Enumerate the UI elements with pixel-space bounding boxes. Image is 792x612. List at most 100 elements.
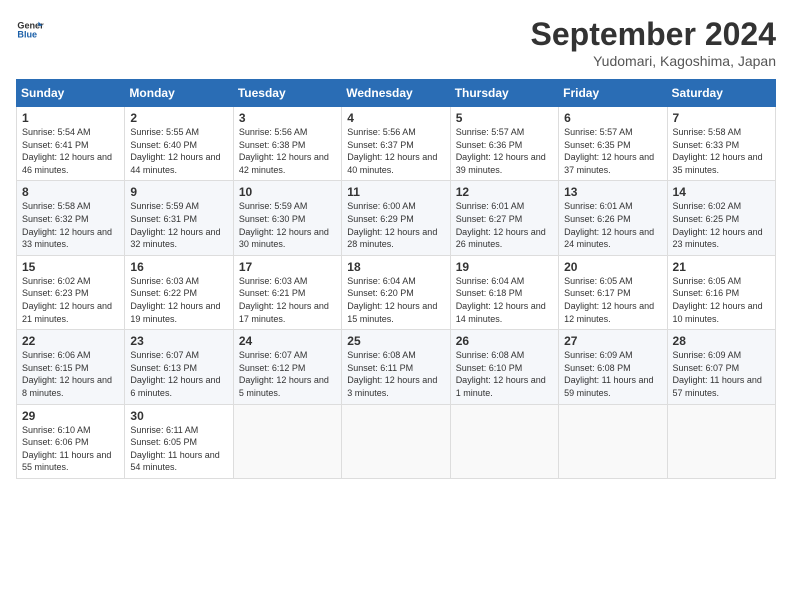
calendar-cell: 10 Sunrise: 5:59 AMSunset: 6:30 PMDaylig… — [233, 181, 341, 255]
day-number: 9 — [130, 185, 227, 199]
title-area: September 2024 Yudomari, Kagoshima, Japa… — [531, 16, 776, 69]
day-number: 12 — [456, 185, 553, 199]
calendar-cell: 7 Sunrise: 5:58 AMSunset: 6:33 PMDayligh… — [667, 107, 775, 181]
day-number: 15 — [22, 260, 119, 274]
calendar-cell — [342, 404, 450, 478]
day-number: 20 — [564, 260, 661, 274]
column-header-wednesday: Wednesday — [342, 80, 450, 107]
day-info: Sunrise: 5:57 AMSunset: 6:36 PMDaylight:… — [456, 126, 553, 176]
day-info: Sunrise: 6:04 AMSunset: 6:20 PMDaylight:… — [347, 275, 444, 325]
logo-icon: General Blue — [16, 16, 44, 44]
calendar-cell: 1 Sunrise: 5:54 AMSunset: 6:41 PMDayligh… — [17, 107, 125, 181]
day-info: Sunrise: 6:01 AMSunset: 6:26 PMDaylight:… — [564, 200, 661, 250]
column-header-friday: Friday — [559, 80, 667, 107]
day-info: Sunrise: 6:09 AMSunset: 6:07 PMDaylight:… — [673, 349, 770, 399]
calendar-cell: 16 Sunrise: 6:03 AMSunset: 6:22 PMDaylig… — [125, 255, 233, 329]
day-number: 21 — [673, 260, 770, 274]
day-info: Sunrise: 6:03 AMSunset: 6:22 PMDaylight:… — [130, 275, 227, 325]
day-number: 24 — [239, 334, 336, 348]
column-header-thursday: Thursday — [450, 80, 558, 107]
day-number: 22 — [22, 334, 119, 348]
day-info: Sunrise: 6:04 AMSunset: 6:18 PMDaylight:… — [456, 275, 553, 325]
day-info: Sunrise: 6:00 AMSunset: 6:29 PMDaylight:… — [347, 200, 444, 250]
calendar-cell: 22 Sunrise: 6:06 AMSunset: 6:15 PMDaylig… — [17, 330, 125, 404]
day-info: Sunrise: 5:59 AMSunset: 6:31 PMDaylight:… — [130, 200, 227, 250]
day-info: Sunrise: 6:03 AMSunset: 6:21 PMDaylight:… — [239, 275, 336, 325]
calendar-cell: 17 Sunrise: 6:03 AMSunset: 6:21 PMDaylig… — [233, 255, 341, 329]
day-info: Sunrise: 5:57 AMSunset: 6:35 PMDaylight:… — [564, 126, 661, 176]
calendar-cell: 14 Sunrise: 6:02 AMSunset: 6:25 PMDaylig… — [667, 181, 775, 255]
day-number: 29 — [22, 409, 119, 423]
calendar-cell: 27 Sunrise: 6:09 AMSunset: 6:08 PMDaylig… — [559, 330, 667, 404]
calendar-cell: 28 Sunrise: 6:09 AMSunset: 6:07 PMDaylig… — [667, 330, 775, 404]
day-info: Sunrise: 5:59 AMSunset: 6:30 PMDaylight:… — [239, 200, 336, 250]
day-number: 25 — [347, 334, 444, 348]
calendar-cell: 8 Sunrise: 5:58 AMSunset: 6:32 PMDayligh… — [17, 181, 125, 255]
column-header-tuesday: Tuesday — [233, 80, 341, 107]
day-info: Sunrise: 6:06 AMSunset: 6:15 PMDaylight:… — [22, 349, 119, 399]
svg-text:Blue: Blue — [17, 30, 37, 40]
calendar-cell: 12 Sunrise: 6:01 AMSunset: 6:27 PMDaylig… — [450, 181, 558, 255]
day-info: Sunrise: 5:56 AMSunset: 6:37 PMDaylight:… — [347, 126, 444, 176]
page-title: September 2024 — [531, 16, 776, 53]
calendar-table: SundayMondayTuesdayWednesdayThursdayFrid… — [16, 79, 776, 479]
calendar-cell: 25 Sunrise: 6:08 AMSunset: 6:11 PMDaylig… — [342, 330, 450, 404]
day-info: Sunrise: 6:10 AMSunset: 6:06 PMDaylight:… — [22, 424, 119, 474]
day-info: Sunrise: 5:55 AMSunset: 6:40 PMDaylight:… — [130, 126, 227, 176]
calendar-week-row: 8 Sunrise: 5:58 AMSunset: 6:32 PMDayligh… — [17, 181, 776, 255]
calendar-cell: 19 Sunrise: 6:04 AMSunset: 6:18 PMDaylig… — [450, 255, 558, 329]
day-number: 13 — [564, 185, 661, 199]
calendar-cell: 4 Sunrise: 5:56 AMSunset: 6:37 PMDayligh… — [342, 107, 450, 181]
day-info: Sunrise: 5:58 AMSunset: 6:32 PMDaylight:… — [22, 200, 119, 250]
column-header-monday: Monday — [125, 80, 233, 107]
day-info: Sunrise: 6:01 AMSunset: 6:27 PMDaylight:… — [456, 200, 553, 250]
day-number: 16 — [130, 260, 227, 274]
day-number: 4 — [347, 111, 444, 125]
day-number: 2 — [130, 111, 227, 125]
day-info: Sunrise: 6:02 AMSunset: 6:25 PMDaylight:… — [673, 200, 770, 250]
calendar-cell: 3 Sunrise: 5:56 AMSunset: 6:38 PMDayligh… — [233, 107, 341, 181]
calendar-cell: 11 Sunrise: 6:00 AMSunset: 6:29 PMDaylig… — [342, 181, 450, 255]
calendar-week-row: 22 Sunrise: 6:06 AMSunset: 6:15 PMDaylig… — [17, 330, 776, 404]
day-info: Sunrise: 5:54 AMSunset: 6:41 PMDaylight:… — [22, 126, 119, 176]
day-number: 10 — [239, 185, 336, 199]
day-number: 11 — [347, 185, 444, 199]
calendar-cell: 29 Sunrise: 6:10 AMSunset: 6:06 PMDaylig… — [17, 404, 125, 478]
day-info: Sunrise: 6:05 AMSunset: 6:16 PMDaylight:… — [673, 275, 770, 325]
calendar-cell — [559, 404, 667, 478]
day-info: Sunrise: 6:11 AMSunset: 6:05 PMDaylight:… — [130, 424, 227, 474]
calendar-week-row: 15 Sunrise: 6:02 AMSunset: 6:23 PMDaylig… — [17, 255, 776, 329]
day-number: 1 — [22, 111, 119, 125]
day-number: 8 — [22, 185, 119, 199]
calendar-cell: 15 Sunrise: 6:02 AMSunset: 6:23 PMDaylig… — [17, 255, 125, 329]
column-header-saturday: Saturday — [667, 80, 775, 107]
day-info: Sunrise: 5:56 AMSunset: 6:38 PMDaylight:… — [239, 126, 336, 176]
logo: General Blue — [16, 16, 44, 44]
calendar-cell: 9 Sunrise: 5:59 AMSunset: 6:31 PMDayligh… — [125, 181, 233, 255]
day-number: 26 — [456, 334, 553, 348]
day-number: 27 — [564, 334, 661, 348]
calendar-cell — [450, 404, 558, 478]
calendar-week-row: 1 Sunrise: 5:54 AMSunset: 6:41 PMDayligh… — [17, 107, 776, 181]
day-number: 3 — [239, 111, 336, 125]
calendar-cell: 6 Sunrise: 5:57 AMSunset: 6:35 PMDayligh… — [559, 107, 667, 181]
day-number: 18 — [347, 260, 444, 274]
calendar-cell: 23 Sunrise: 6:07 AMSunset: 6:13 PMDaylig… — [125, 330, 233, 404]
calendar-cell — [667, 404, 775, 478]
calendar-cell: 20 Sunrise: 6:05 AMSunset: 6:17 PMDaylig… — [559, 255, 667, 329]
day-number: 19 — [456, 260, 553, 274]
day-number: 23 — [130, 334, 227, 348]
calendar-cell: 26 Sunrise: 6:08 AMSunset: 6:10 PMDaylig… — [450, 330, 558, 404]
day-info: Sunrise: 6:08 AMSunset: 6:11 PMDaylight:… — [347, 349, 444, 399]
day-info: Sunrise: 6:07 AMSunset: 6:12 PMDaylight:… — [239, 349, 336, 399]
column-header-sunday: Sunday — [17, 80, 125, 107]
calendar-cell: 2 Sunrise: 5:55 AMSunset: 6:40 PMDayligh… — [125, 107, 233, 181]
calendar-cell: 5 Sunrise: 5:57 AMSunset: 6:36 PMDayligh… — [450, 107, 558, 181]
day-number: 5 — [456, 111, 553, 125]
calendar-cell: 18 Sunrise: 6:04 AMSunset: 6:20 PMDaylig… — [342, 255, 450, 329]
calendar-cell: 21 Sunrise: 6:05 AMSunset: 6:16 PMDaylig… — [667, 255, 775, 329]
calendar-week-row: 29 Sunrise: 6:10 AMSunset: 6:06 PMDaylig… — [17, 404, 776, 478]
day-info: Sunrise: 6:07 AMSunset: 6:13 PMDaylight:… — [130, 349, 227, 399]
page-header: General Blue September 2024 Yudomari, Ka… — [16, 16, 776, 69]
day-info: Sunrise: 5:58 AMSunset: 6:33 PMDaylight:… — [673, 126, 770, 176]
